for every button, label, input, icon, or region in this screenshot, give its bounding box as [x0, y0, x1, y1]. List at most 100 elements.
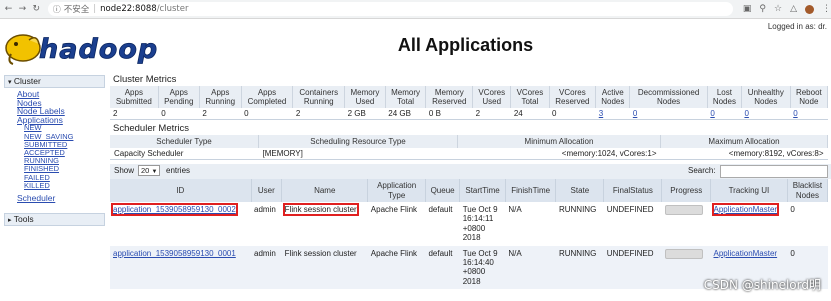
- browser-extensions: ▣ ⚲ ☆ △ ⋮: [743, 4, 831, 14]
- table-controls: Show 20 ▼ entries Search:: [110, 164, 831, 179]
- app-start-time: Tue Oct 9 16:14:40 +0800 2018: [459, 245, 506, 290]
- apps-header[interactable]: Queue: [425, 179, 461, 202]
- metric-value: 0 B: [428, 109, 441, 118]
- scheduler-metrics-title: Scheduler Metrics: [113, 123, 190, 134]
- metric-header: Apps Completed: [241, 86, 294, 108]
- sched-min: <memory:1024, vCores:1>: [561, 149, 657, 158]
- metric-link[interactable]: 0: [793, 109, 797, 118]
- translate-icon[interactable]: ▣: [743, 4, 752, 14]
- metric-value: 0: [552, 109, 557, 118]
- metric-value[interactable]: 3: [596, 108, 630, 120]
- apps-header[interactable]: Application Type: [367, 179, 426, 202]
- apps-header[interactable]: StartTime: [459, 179, 506, 202]
- show-label: Show: [114, 166, 135, 175]
- app-start-time: Tue Oct 9 16:14:11 +0800 2018: [459, 202, 506, 246]
- metric-value[interactable]: 0: [707, 108, 741, 120]
- metric-link[interactable]: 0: [710, 109, 714, 118]
- progress-bar: [664, 248, 703, 259]
- metric-header: Memory Reserved: [425, 86, 474, 108]
- info-icon[interactable]: ⓘ: [53, 4, 61, 15]
- apps-header[interactable]: Progress: [661, 179, 711, 202]
- security-label: 不安全: [63, 5, 90, 15]
- metric-header: Memory Total: [385, 86, 427, 108]
- apps-header[interactable]: FinalStatus: [603, 179, 663, 202]
- metric-value: 2 GB: [347, 109, 366, 118]
- apps-header[interactable]: State: [555, 179, 605, 202]
- url-text: node22:8088/cluster: [100, 4, 189, 14]
- metric-header: Lost Nodes: [707, 86, 742, 108]
- search-input[interactable]: [720, 165, 828, 178]
- metric-header: VCores Reserved: [549, 86, 597, 108]
- apps-header[interactable]: Blacklist Nodes: [787, 179, 829, 202]
- sidebar-tools-header[interactable]: ▸ Tools: [4, 212, 105, 226]
- menu-icon[interactable]: ⋮: [822, 4, 831, 14]
- metric-header: Memory Used: [344, 86, 386, 108]
- expand-icon: ▸: [8, 216, 12, 224]
- metric-value[interactable]: 0: [741, 108, 790, 120]
- reload-icon[interactable]: ↻: [31, 4, 42, 14]
- entries-label: entries: [166, 166, 191, 175]
- back-icon[interactable]: ←: [3, 4, 14, 14]
- sidebar-cluster-links: About Nodes Node Labels Applications NEW…: [4, 88, 105, 207]
- metric-header: Active Nodes: [595, 86, 631, 108]
- sidebar: ▾ Cluster About Nodes Node Labels Applic…: [4, 75, 105, 226]
- tracking-ui-link[interactable]: ApplicationMaster: [714, 249, 778, 258]
- metric-value[interactable]: 0: [790, 108, 827, 120]
- page-header: hadoop All Applications Logged in as: dr…: [0, 19, 831, 69]
- sidebar-cluster-header[interactable]: ▾ Cluster: [4, 75, 105, 88]
- app-name: Flink session cluster: [282, 203, 359, 216]
- scheduler-metrics-table: Scheduler Type Scheduling Resource Type …: [110, 135, 828, 160]
- metric-value: 0: [244, 109, 249, 118]
- forward-icon[interactable]: →: [17, 4, 28, 14]
- metric-value: 24: [513, 109, 523, 118]
- app-id-link[interactable]: application_1539058959130_0002: [111, 203, 238, 216]
- search-label: Search:: [688, 166, 716, 175]
- metric-value: 2: [475, 109, 481, 118]
- progress-bar: [664, 205, 703, 215]
- apps-header[interactable]: Tracking UI: [710, 179, 788, 202]
- applications-table: ID User Name Application Type Queue StartTime F…: [110, 179, 829, 290]
- metric-header: Decommissioned Nodes: [629, 86, 708, 108]
- metric-header: Containers Running: [292, 86, 346, 108]
- cluster-metrics-table: Apps Submitted Apps Pending Apps Running Apps C…: [110, 86, 829, 120]
- address-bar[interactable]: ⓘ 不安全 | node22:8088/cluster: [47, 2, 733, 16]
- sched-header-max: Maximum Allocation: [660, 135, 828, 148]
- apps-header[interactable]: FinishTime: [505, 179, 557, 202]
- app-state: RUNNING: [555, 202, 604, 246]
- app-name: Flink session cluster: [281, 245, 368, 290]
- apps-header[interactable]: Name: [281, 179, 369, 202]
- table-row[interactable]: application_1539058959130_0002 admin Fli…: [110, 202, 828, 246]
- main-content: Cluster Metrics Apps Submitted Apps Pending…: [110, 74, 831, 290]
- sched-resource: [MEMORY]: [262, 149, 303, 158]
- tracking-ui-link[interactable]: ApplicationMaster: [711, 203, 780, 216]
- entries-select[interactable]: 20 ▼: [138, 165, 161, 176]
- app-id-link[interactable]: application_1539058959130_0001: [113, 249, 236, 258]
- sched-header-min: Minimum Allocation: [457, 135, 661, 148]
- zoom-icon[interactable]: ⚲: [759, 4, 766, 14]
- app-type: Apache Flink: [367, 245, 426, 290]
- metric-link[interactable]: 0: [633, 109, 637, 118]
- apps-header[interactable]: User: [251, 179, 283, 202]
- metric-value: 24 GB: [388, 109, 411, 118]
- metric-value[interactable]: 0: [630, 108, 707, 120]
- cluster-metrics-title: Cluster Metrics: [113, 74, 177, 85]
- profile-avatar-icon[interactable]: [805, 4, 814, 14]
- sidebar-item-scheduler[interactable]: Scheduler: [17, 194, 105, 203]
- extension-icon[interactable]: △: [790, 4, 797, 14]
- metric-header: Reboot Node: [790, 86, 829, 108]
- chevron-down-icon: ▼: [151, 169, 158, 175]
- metric-value: 0: [161, 109, 166, 118]
- app-queue: default: [425, 202, 460, 246]
- metric-header: VCores Used: [472, 86, 512, 108]
- metric-link[interactable]: 3: [599, 109, 603, 118]
- metric-header: Apps Pending: [158, 86, 200, 108]
- sched-header-type: Scheduler Type: [110, 135, 259, 148]
- metric-header: Unhealthy Nodes: [741, 86, 791, 108]
- metric-header: VCores Total: [510, 86, 550, 108]
- sidebar-app-states: NEW NEW_SAVING SUBMITTED ACCEPTED RUNNIN…: [17, 124, 105, 190]
- star-icon[interactable]: ☆: [774, 4, 782, 14]
- sidebar-state-killed[interactable]: KILLED: [24, 181, 105, 190]
- app-state: RUNNING: [555, 245, 604, 290]
- apps-header[interactable]: ID: [110, 179, 252, 202]
- metric-link[interactable]: 0: [744, 109, 748, 118]
